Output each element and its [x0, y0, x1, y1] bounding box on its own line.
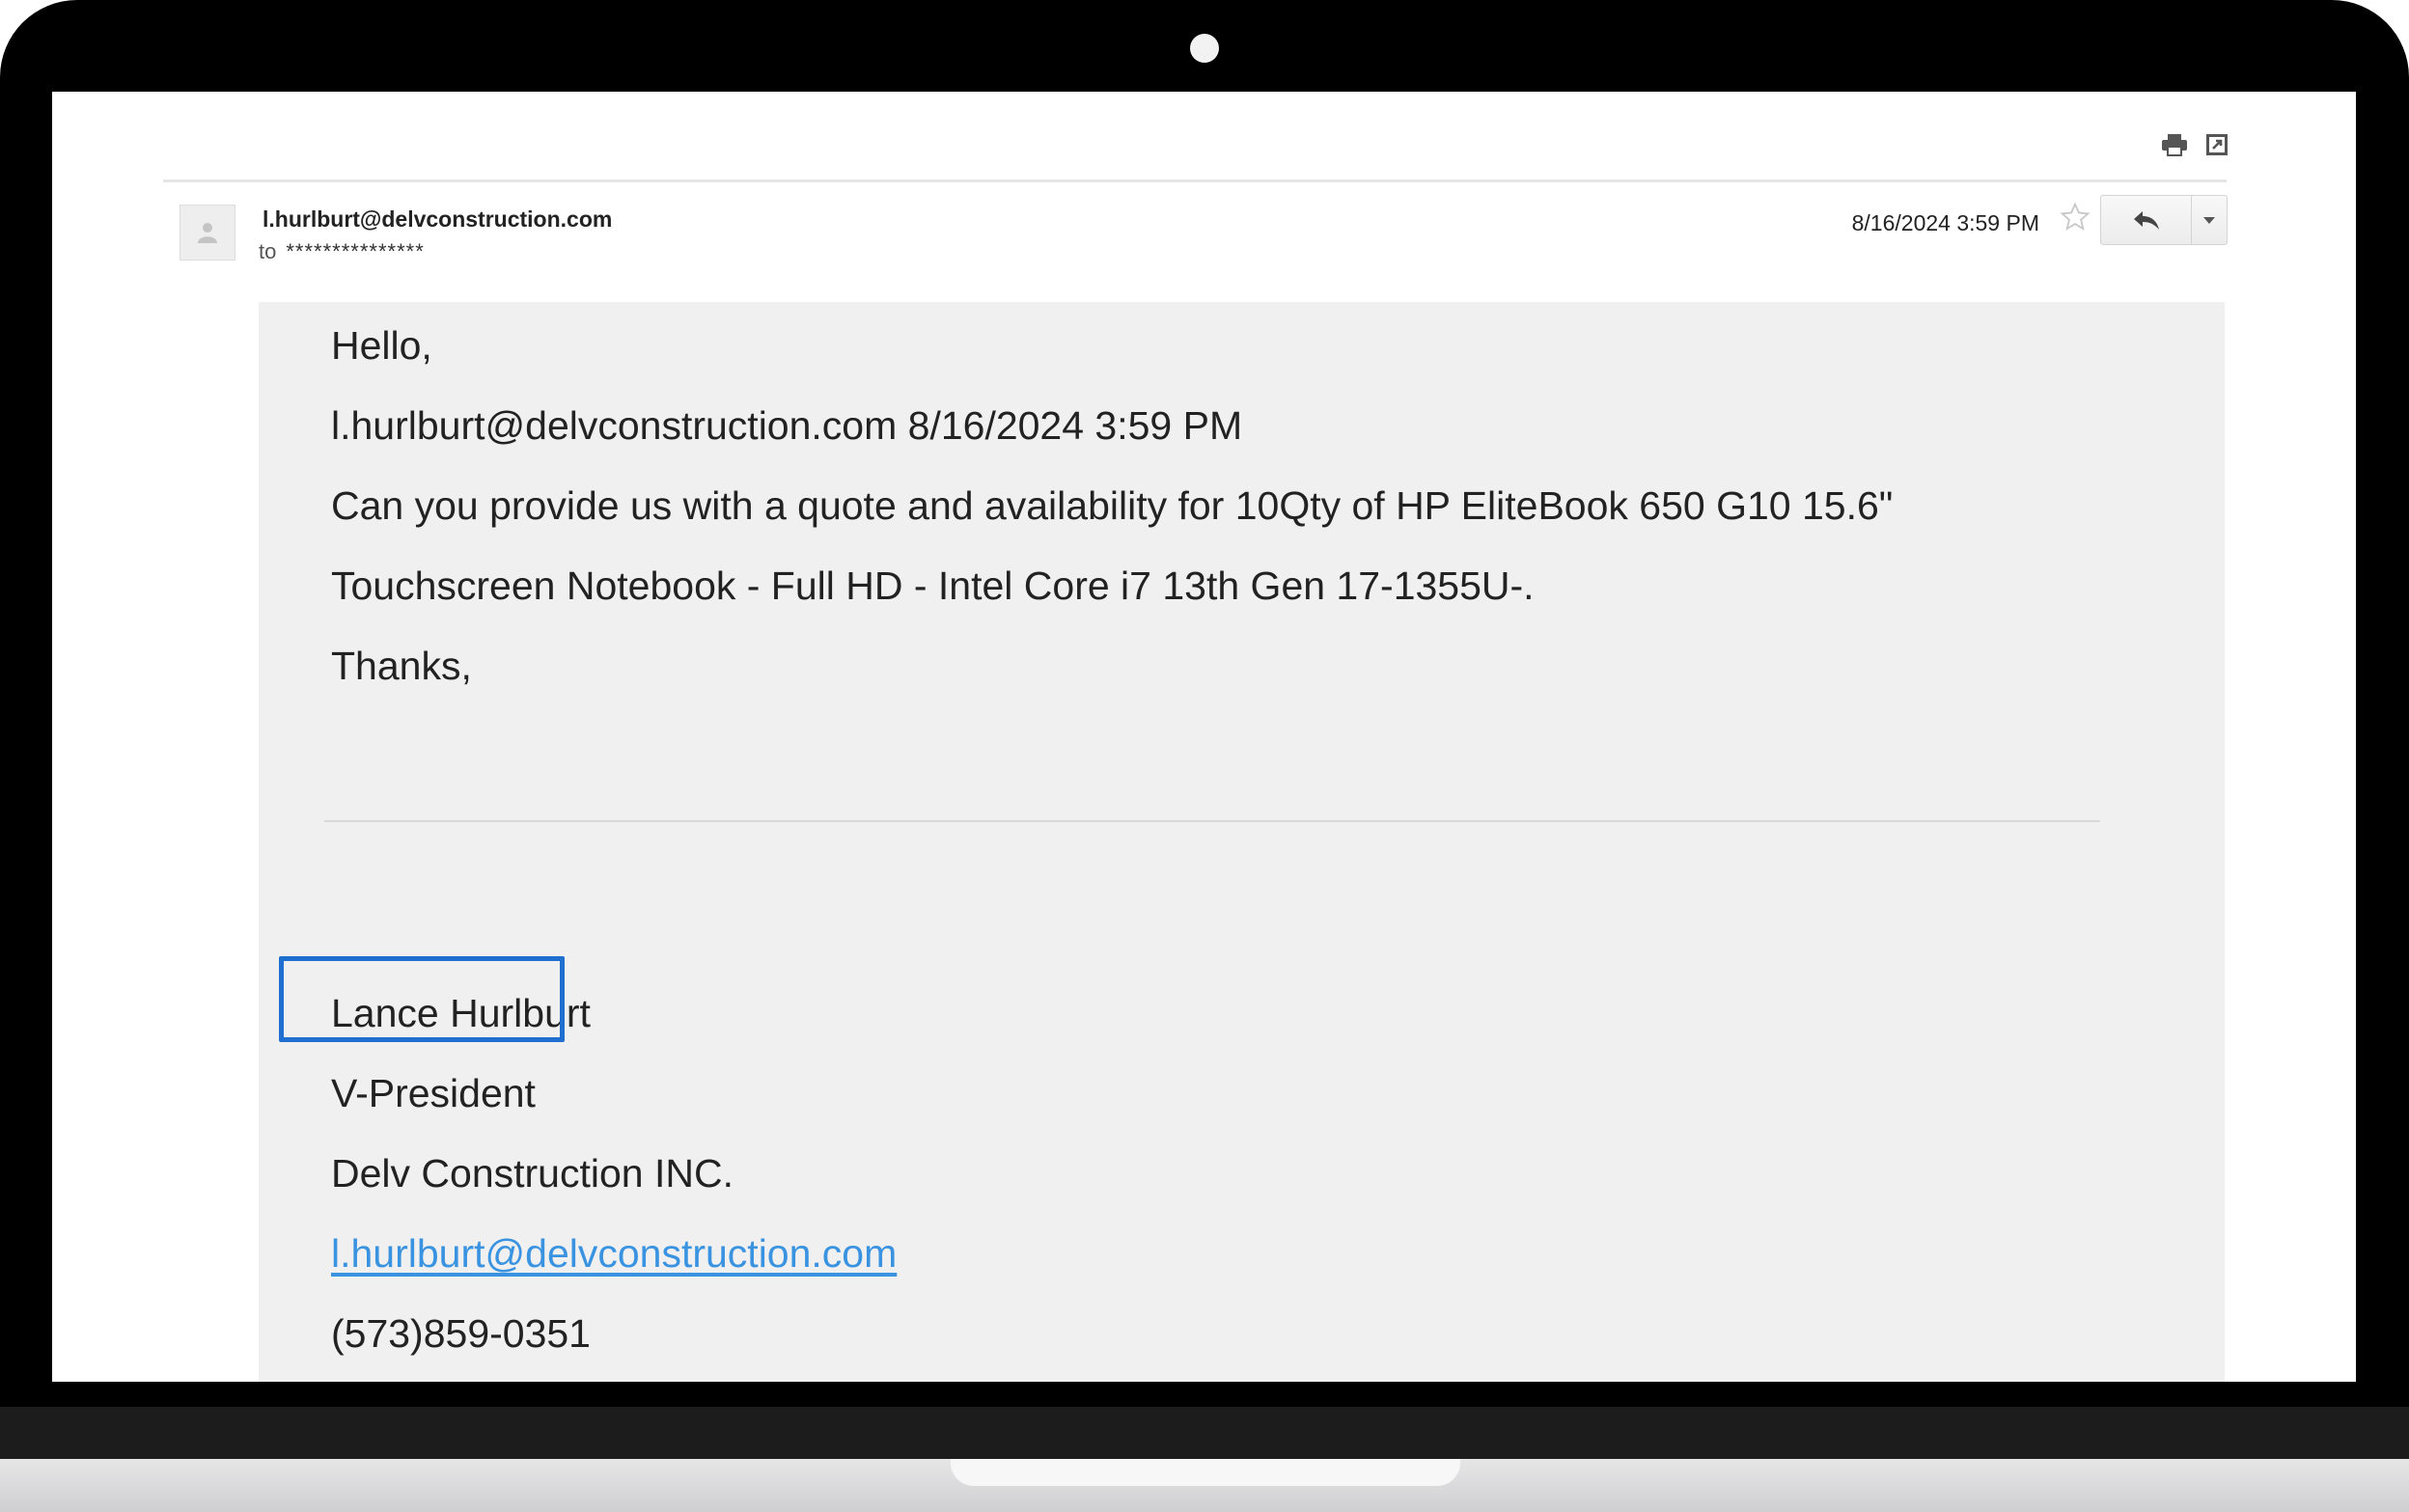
reply-button-group [2100, 195, 2228, 245]
signature-email-line: l.hurlburt@delvconstruction.com [331, 1231, 897, 1277]
to-label: to [259, 239, 277, 263]
more-actions-button[interactable] [2192, 196, 2227, 244]
email-screen: l.hurlburt@delvconstruction.com to ******… [52, 92, 2356, 1382]
reply-icon [2133, 211, 2159, 230]
highlight-box [279, 956, 565, 1042]
webcam-dot [1190, 34, 1219, 63]
quoted-meta: l.hurlburt@delvconstruction.com 8/16/202… [331, 403, 1243, 448]
recipient-masked: *************** [286, 239, 425, 263]
reply-button[interactable] [2101, 196, 2192, 244]
signature-title: V-President [331, 1071, 536, 1115]
request-line-2: Touchscreen Notebook - Full HD - Intel C… [331, 564, 1535, 608]
request-line-1: Can you provide us with a quote and avai… [331, 483, 1894, 528]
email-body: Hello, l.hurlburt@delvconstruction.com 8… [259, 302, 2225, 1382]
message-date: 8/16/2024 3:59 PM [1851, 210, 2039, 235]
printer-icon[interactable] [2161, 132, 2188, 157]
person-icon [198, 223, 217, 243]
avatar [180, 205, 235, 261]
signature-email-link[interactable]: l.hurlburt@delvconstruction.com [331, 1231, 897, 1276]
sender-address[interactable]: l.hurlburt@delvconstruction.com [263, 206, 612, 233]
open-in-new-window-icon[interactable] [2203, 132, 2230, 157]
signature-phone: (573)859-0351 [331, 1311, 591, 1356]
signature-company: Delv Construction INC. [331, 1151, 734, 1196]
star-icon[interactable] [2057, 199, 2093, 235]
header-divider [163, 179, 2227, 182]
laptop-hinge [0, 1407, 2409, 1459]
recipient-line[interactable]: to *************** [259, 239, 425, 264]
caret-down-icon [2203, 217, 2215, 224]
signature-divider [324, 820, 2100, 822]
message-toolbar [2161, 132, 2230, 157]
greeting: Hello, [331, 323, 432, 368]
closing: Thanks, [331, 644, 472, 688]
laptop-base-notch [951, 1459, 1460, 1486]
